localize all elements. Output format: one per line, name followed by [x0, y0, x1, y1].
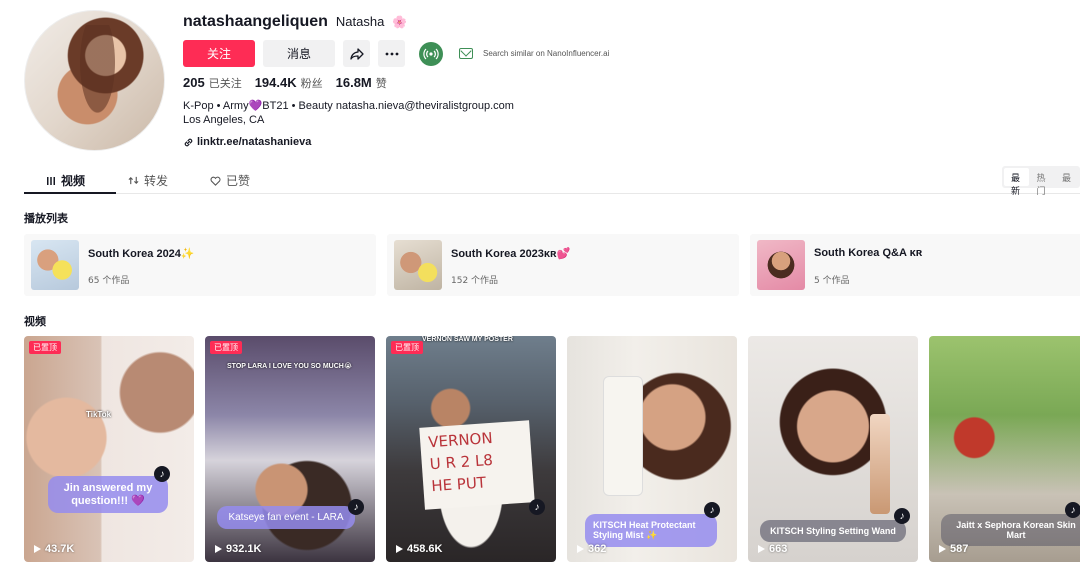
play-icon — [939, 545, 946, 553]
follow-button[interactable]: 关注 — [183, 40, 255, 67]
profile-actions: 关注 消息 Search similar on NanoInfluencer.a… — [183, 40, 609, 67]
playlist-title: South Korea 2023ᴋʀ💕 — [451, 248, 571, 260]
play-icon — [577, 545, 584, 553]
playlist-count: 152 个作品 — [451, 276, 499, 286]
video-overlay-text: TikTok — [86, 410, 112, 419]
tab-reposts[interactable]: 转发 — [128, 172, 168, 189]
pinned-badge: 已置顶 — [391, 341, 423, 354]
video-views: 43.7K — [34, 543, 74, 555]
grid-icon — [47, 176, 55, 185]
poster-sign: VERNON U R 2 L8 HE PUT — [419, 420, 535, 510]
tab-liked[interactable]: 已赞 — [210, 172, 250, 189]
playlist-card[interactable]: South Korea 2024✨ 65 个作品 — [24, 234, 376, 296]
share-icon — [349, 47, 364, 60]
video-card[interactable]: 已置顶 TikTok Jin answered my question!!! 💜… — [24, 336, 194, 562]
message-button[interactable]: 消息 — [263, 40, 335, 67]
profile-stats: 205 已关注 194.4K 粉丝 16.8M 赞 — [183, 75, 387, 91]
pinned-badge: 已置顶 — [29, 341, 61, 354]
purple-heart-icon: 💜 — [248, 100, 263, 112]
playlist-card[interactable]: South Korea Q&A ᴋʀ 5 个作品 — [750, 234, 1080, 296]
video-views: 458.6K — [396, 543, 442, 555]
tiktok-logo-icon: ♪ — [529, 499, 545, 515]
playlist-count: 5 个作品 — [814, 276, 850, 286]
video-views: 587 — [939, 543, 968, 555]
stat-following[interactable]: 205 已关注 — [183, 75, 242, 91]
video-views: 932.1K — [215, 543, 261, 555]
broadcast-button[interactable] — [419, 41, 443, 66]
play-icon — [758, 545, 765, 553]
video-card[interactable]: 已置顶 VERNON SAW MY POSTER VERNON U R 2 L8 H… — [386, 336, 556, 562]
search-similar-link[interactable]: Search similar on NanoInfluencer.ai — [459, 48, 609, 59]
videos-heading: 视频 — [24, 315, 46, 328]
username: natashaangeliquen — [183, 13, 328, 30]
video-caption: Jin answered my question!!! 💜 — [48, 476, 168, 513]
video-overlay-text: STOP LARA I LOVE YOU SO MUCH😭 — [227, 363, 352, 370]
profile-link[interactable]: linktr.ee/natashanieva — [183, 136, 311, 148]
share-button[interactable] — [343, 40, 370, 67]
repost-icon — [128, 176, 139, 185]
username-row: natashaangeliquen Natasha 🌸 — [183, 13, 407, 31]
sort-oldest[interactable]: 最 — [1055, 168, 1078, 186]
playlist-card[interactable]: South Korea 2023ᴋʀ💕 152 个作品 — [387, 234, 739, 296]
sort-popular[interactable]: 热门 — [1029, 168, 1054, 197]
stat-followers[interactable]: 194.4K 粉丝 — [255, 75, 323, 91]
more-icon — [385, 52, 398, 55]
sort-toggle: 最新 热门 最 — [1002, 166, 1080, 197]
product-bottle — [603, 376, 643, 496]
video-card[interactable]: 已置顶 STOP LARA I LOVE YOU SO MUCH😭 Katsey… — [205, 336, 375, 562]
nickname: Natasha — [335, 14, 385, 29]
playlist-thumbnail — [757, 240, 805, 290]
video-views: 362 — [577, 543, 606, 555]
profile-bio: K-Pop • Army💜BT21 • Beauty natasha.nieva… — [183, 100, 514, 126]
video-card[interactable]: KITSCH Heat Protectant Styling Mist ✨ ♪ … — [567, 336, 737, 562]
playlist-thumbnail — [31, 240, 79, 290]
video-card[interactable]: KITSCH Styling Setting Wand ♪ 663 — [748, 336, 918, 562]
more-button[interactable] — [378, 40, 405, 67]
active-tab-indicator — [24, 192, 116, 194]
playlist-title: South Korea Q&A ᴋʀ — [814, 247, 923, 259]
video-caption: Jaitt x Sephora Korean Skin Mart — [941, 514, 1080, 546]
broadcast-icon — [423, 48, 439, 59]
playlist-thumbnail — [394, 240, 442, 290]
tiktok-logo-icon: ♪ — [1065, 502, 1080, 518]
video-caption: Katseye fan event - LARA — [217, 506, 355, 529]
play-icon — [34, 545, 41, 553]
video-views: 663 — [758, 543, 787, 555]
mail-icon — [459, 48, 473, 59]
content-tabs: 视频 转发 已赞 — [24, 166, 1080, 194]
video-card[interactable]: Jaitt x Sephora Korean Skin Mart ♪ 587 — [929, 336, 1080, 562]
playlist-title: South Korea 2024✨ — [88, 248, 195, 260]
playlist-count: 65 个作品 — [88, 276, 130, 286]
play-icon — [396, 545, 403, 553]
link-icon — [184, 138, 193, 146]
tiktok-logo-icon: ♪ — [154, 466, 170, 482]
play-icon — [215, 545, 222, 553]
heart-outline-icon — [210, 176, 221, 186]
stat-likes: 16.8M 赞 — [335, 75, 387, 90]
video-caption: KITSCH Styling Setting Wand — [760, 520, 906, 542]
tiktok-logo-icon: ♪ — [894, 508, 910, 524]
flower-icon: 🌸 — [392, 15, 408, 29]
sort-latest[interactable]: 最新 — [1004, 168, 1030, 197]
tiktok-logo-icon: ♪ — [348, 499, 364, 515]
playlists-heading: 播放列表 — [24, 212, 68, 225]
pinned-badge: 已置顶 — [210, 341, 242, 354]
video-overlay-text: VERNON SAW MY POSTER — [422, 336, 513, 343]
tab-videos[interactable]: 视频 — [46, 172, 85, 189]
tiktok-logo-icon: ♪ — [704, 502, 720, 518]
search-similar-label: Search similar on NanoInfluencer.ai — [483, 49, 610, 58]
profile-avatar[interactable] — [24, 10, 165, 151]
product-wand — [870, 414, 890, 514]
